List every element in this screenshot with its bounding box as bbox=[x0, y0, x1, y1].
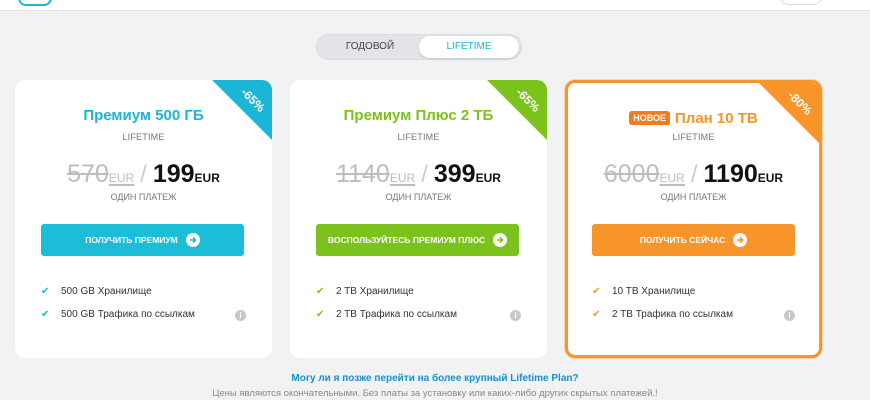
feature-storage: ✔ 10 TB Хранилище bbox=[592, 285, 795, 299]
nav-button-fragment[interactable] bbox=[780, 0, 822, 5]
info-icon[interactable]: i bbox=[510, 310, 521, 321]
new-price: 199EUR bbox=[153, 160, 220, 188]
new-price-currency: EUR bbox=[475, 171, 501, 185]
old-price-currency: EUR bbox=[659, 171, 685, 185]
faq-link[interactable]: Могу ли я позже перейти на более крупный… bbox=[0, 373, 870, 384]
old-price-value: 570 bbox=[67, 160, 109, 188]
top-navbar bbox=[0, 0, 870, 11]
new-price: 399EUR bbox=[434, 160, 501, 188]
pricing-note: Цены являются окончательными. Без платы … bbox=[212, 388, 658, 399]
plan-card-premium-plus-2tb: -65% Премиум Плюс 2 ТБ LIFETIME 1140EUR /… bbox=[290, 80, 547, 358]
cta-label: ВОСПОЛЬЗУЙТЕСЬ ПРЕМИУМ ПЛЮС bbox=[327, 235, 486, 245]
arrow-right-circle-icon bbox=[185, 233, 200, 247]
feature-storage: ✔ 2 TB Хранилище bbox=[316, 285, 521, 299]
check-icon: ✔ bbox=[316, 309, 325, 320]
feature-text: 2 TB Трафика по ссылкам bbox=[612, 309, 733, 320]
price-row: 1140EUR/399EUR bbox=[290, 160, 547, 189]
old-price: 6000EUR bbox=[604, 160, 685, 188]
plan-title: Премиум Плюс 2 ТБ bbox=[290, 107, 547, 124]
new-price-value: 199 bbox=[152, 160, 195, 188]
cta-label: ПОЛУЧИТЬ ПРЕМИУМ bbox=[85, 235, 178, 245]
billing-period-toggle[interactable]: ГОДОВОЙ LIFETIME bbox=[316, 34, 522, 60]
new-price-value: 1190 bbox=[703, 160, 758, 188]
price-row: 6000EUR/1190EUR bbox=[568, 160, 819, 189]
old-price-currency: EUR bbox=[389, 171, 416, 185]
old-price: 570EUR bbox=[67, 160, 134, 188]
price-row: 570EUR/199EUR bbox=[15, 160, 272, 189]
old-price-value: 6000 bbox=[603, 160, 660, 188]
use-premium-plus-button[interactable]: ВОСПОЛЬЗУЙТЕСЬ ПРЕМИУМ ПЛЮС bbox=[316, 224, 519, 256]
plan-title-text: Премиум 500 ГБ bbox=[83, 107, 204, 124]
price-divider: / bbox=[140, 161, 147, 188]
plan-subtitle: LIFETIME bbox=[122, 132, 165, 142]
old-price-currency: EUR bbox=[108, 171, 135, 185]
get-now-button[interactable]: ПОЛУЧИТЬ СЕЙЧАС bbox=[592, 224, 795, 256]
feature-text: 10 TB Хранилище bbox=[612, 286, 696, 297]
plan-subtitle: LIFETIME bbox=[672, 132, 715, 142]
old-price: 1140EUR bbox=[336, 160, 415, 188]
payment-note: ОДИН ПЛАТЕЖ bbox=[385, 192, 452, 202]
feature-text: 500 GB Трафика по ссылкам bbox=[61, 309, 195, 320]
arrow-right-circle-icon bbox=[733, 233, 748, 247]
feature-traffic: ✔ 2 TB Трафика по ссылкам i bbox=[316, 308, 521, 322]
feature-text: 500 GB Хранилище bbox=[61, 286, 152, 297]
feature-text: 2 TB Хранилище bbox=[336, 286, 414, 297]
new-price-currency: EUR bbox=[194, 171, 220, 185]
info-icon[interactable]: i bbox=[784, 310, 795, 321]
plan-title-text: План 10 TB bbox=[675, 110, 758, 127]
new-price-value: 399 bbox=[433, 160, 476, 188]
old-price-value: 1140 bbox=[336, 160, 390, 188]
feature-traffic: ✔ 2 TB Трафика по ссылкам i bbox=[592, 308, 795, 322]
plan-subtitle: LIFETIME bbox=[397, 132, 440, 142]
plan-title: НОВОЕ План 10 TB bbox=[568, 110, 819, 127]
feature-traffic: ✔ 500 GB Трафика по ссылкам i bbox=[41, 308, 246, 322]
toggle-lifetime[interactable]: LIFETIME bbox=[419, 36, 519, 58]
check-icon: ✔ bbox=[41, 309, 50, 320]
new-price-currency: EUR bbox=[757, 171, 784, 185]
feature-text: 2 TB Трафика по ссылкам bbox=[336, 309, 457, 320]
price-divider: / bbox=[421, 161, 428, 188]
plan-title-text: Премиум Плюс 2 ТБ bbox=[343, 107, 494, 124]
check-icon: ✔ bbox=[592, 309, 601, 320]
new-badge: НОВОЕ bbox=[629, 111, 671, 125]
check-icon: ✔ bbox=[592, 286, 601, 297]
new-price: 1190EUR bbox=[704, 160, 784, 188]
price-divider: / bbox=[690, 161, 698, 188]
check-icon: ✔ bbox=[316, 286, 325, 297]
check-icon: ✔ bbox=[41, 286, 50, 297]
toggle-yearly[interactable]: ГОДОВОЙ bbox=[320, 36, 420, 58]
plan-card-premium-500: -65% Премиум 500 ГБ LIFETIME 570EUR/199E… bbox=[15, 80, 272, 358]
payment-note: ОДИН ПЛАТЕЖ bbox=[660, 192, 727, 202]
feature-storage: ✔ 500 GB Хранилище bbox=[41, 285, 246, 299]
info-icon[interactable]: i bbox=[235, 310, 246, 321]
get-premium-button[interactable]: ПОЛУЧИТЬ ПРЕМИУМ bbox=[41, 224, 244, 256]
plan-card-10tb: -80% НОВОЕ План 10 TB LIFETIME 6000EUR/11… bbox=[565, 80, 822, 358]
arrow-right-circle-icon bbox=[493, 233, 508, 247]
plan-title: Премиум 500 ГБ bbox=[15, 107, 272, 124]
payment-note: ОДИН ПЛАТЕЖ bbox=[110, 192, 177, 202]
cta-label: ПОЛУЧИТЬ СЕЙЧАС bbox=[639, 235, 726, 245]
nav-logo-fragment[interactable] bbox=[18, 0, 52, 6]
